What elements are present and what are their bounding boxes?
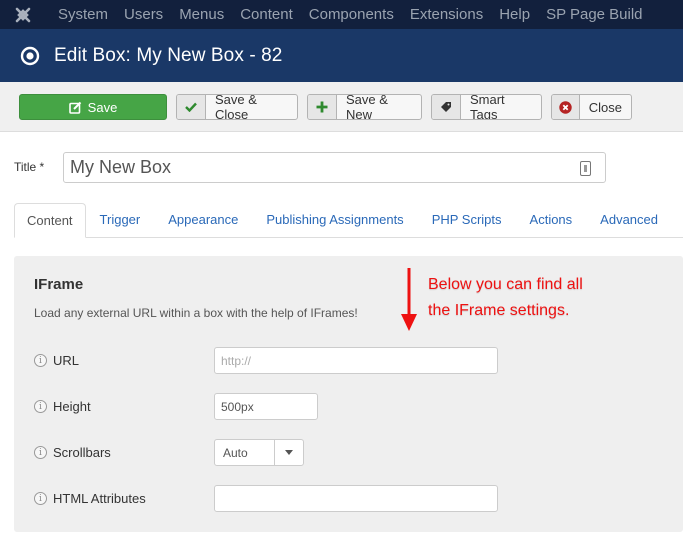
save-new-button[interactable]: Save & New xyxy=(307,94,422,120)
close-label: Close xyxy=(588,99,622,115)
language-icon[interactable] xyxy=(580,161,591,176)
save-close-label: Save & Close xyxy=(215,94,257,120)
title-label: Title * xyxy=(14,160,45,174)
smart-tags-button[interactable]: Smart Tags xyxy=(431,94,542,120)
tab-actions[interactable]: Actions xyxy=(516,203,587,237)
scrollbars-value: Auto xyxy=(215,440,276,465)
scrollbars-select[interactable]: Auto xyxy=(214,439,304,466)
plus-icon xyxy=(308,95,337,119)
tab-bar: Content Trigger Appearance Publishing As… xyxy=(14,203,683,238)
top-menu-bar: System Users Menus Content Components Ex… xyxy=(0,0,683,29)
url-input[interactable]: http:// xyxy=(214,347,498,374)
save-new-label: Save & New xyxy=(346,94,388,120)
menu-components[interactable]: Components xyxy=(309,0,394,29)
url-placeholder: http:// xyxy=(221,353,252,368)
joomla-logo-icon[interactable] xyxy=(0,0,46,29)
menu-users[interactable]: Users xyxy=(124,0,163,29)
annotation-line-1: Below you can find all xyxy=(428,276,583,293)
info-icon[interactable]: i xyxy=(34,492,47,505)
html-attributes-label: HTML Attributes xyxy=(53,491,146,506)
info-icon[interactable]: i xyxy=(34,354,47,367)
height-field-row: i Height xyxy=(34,399,91,414)
info-icon[interactable]: i xyxy=(34,400,47,413)
tab-php-scripts[interactable]: PHP Scripts xyxy=(418,203,516,237)
target-icon xyxy=(20,46,40,66)
scrollbars-label: Scrollbars xyxy=(53,445,111,460)
menu-sp-page-builder[interactable]: SP Page Build xyxy=(546,0,642,29)
tab-trigger[interactable]: Trigger xyxy=(86,203,155,237)
panel-title: IFrame xyxy=(34,276,84,293)
menu-help[interactable]: Help xyxy=(499,0,530,29)
smart-tags-label: Smart Tags xyxy=(470,94,505,120)
save-button[interactable]: Save xyxy=(19,94,167,120)
chevron-down-icon[interactable] xyxy=(275,440,303,465)
save-close-button[interactable]: Save & Close xyxy=(176,94,298,120)
edit-icon xyxy=(68,101,81,114)
height-input[interactable]: 500px xyxy=(214,393,318,420)
tab-advanced[interactable]: Advanced xyxy=(586,203,672,237)
check-icon xyxy=(177,95,206,119)
height-label: Height xyxy=(53,399,91,414)
info-icon[interactable]: i xyxy=(34,446,47,459)
tag-icon xyxy=(432,95,461,119)
menu-system[interactable]: System xyxy=(58,0,108,29)
close-button[interactable]: Close xyxy=(551,94,632,120)
arrow-down-icon xyxy=(401,268,417,331)
page-title: Edit Box: My New Box - 82 xyxy=(54,44,283,66)
menu-extensions[interactable]: Extensions xyxy=(410,0,483,29)
url-field-row: i URL xyxy=(34,353,79,368)
annotation-line-2: the IFrame settings. xyxy=(428,302,570,319)
title-input[interactable]: My New Box xyxy=(63,152,606,183)
close-circle-icon xyxy=(552,95,580,119)
toolbar: Save Save & Close Save & New Smart Tags … xyxy=(0,82,683,132)
html-attributes-field-row: i HTML Attributes xyxy=(34,491,146,506)
page-header: Edit Box: My New Box - 82 xyxy=(0,29,683,82)
height-value: 500px xyxy=(221,399,254,414)
panel-description: Load any external URL within a box with … xyxy=(34,306,358,320)
title-value: My New Box xyxy=(70,157,172,177)
html-attributes-input[interactable] xyxy=(214,485,498,512)
tab-content[interactable]: Content xyxy=(14,203,86,238)
menu-content[interactable]: Content xyxy=(240,0,293,29)
scrollbars-field-row: i Scrollbars xyxy=(34,445,111,460)
tab-appearance[interactable]: Appearance xyxy=(154,203,252,237)
iframe-settings-panel: IFrame Load any external URL within a bo… xyxy=(14,256,683,532)
tab-publishing-assignments[interactable]: Publishing Assignments xyxy=(252,203,417,237)
save-label: Save xyxy=(87,99,118,115)
annotation-text: Below you can find all the IFrame settin… xyxy=(428,272,583,324)
menu-menus[interactable]: Menus xyxy=(179,0,224,29)
url-label: URL xyxy=(53,353,80,368)
